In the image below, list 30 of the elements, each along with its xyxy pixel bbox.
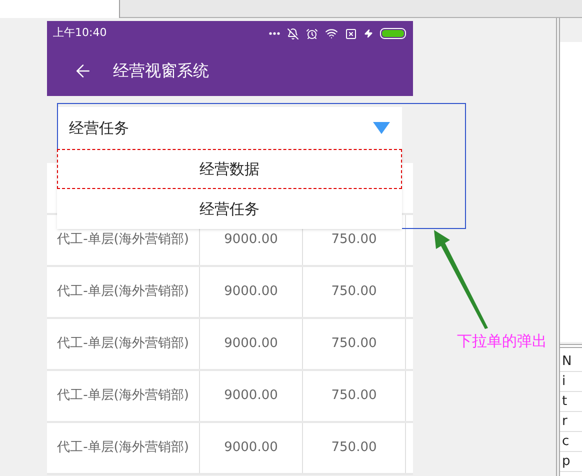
table-cell: 代工-单层(海外营销部) bbox=[47, 423, 200, 473]
table-cell: 750.00 bbox=[303, 423, 406, 473]
sim-x-icon bbox=[345, 28, 357, 40]
charging-bolt-icon bbox=[364, 29, 373, 38]
table-cell: 9000.00 bbox=[200, 371, 303, 421]
status-time: 上午10:40 bbox=[53, 25, 107, 42]
more-dots-icon bbox=[269, 32, 280, 35]
table-cell: 750.00 bbox=[303, 371, 406, 421]
panel-text: c bbox=[560, 432, 582, 452]
table-cell: 9000.00 bbox=[200, 267, 303, 317]
table-cell: 750.00 bbox=[303, 267, 406, 317]
app-title: 经营视窗系统 bbox=[113, 60, 209, 82]
table-cell: 750.00 bbox=[303, 319, 406, 369]
panel-text: t bbox=[560, 392, 582, 412]
dropdown-item[interactable]: 经营数据 bbox=[57, 149, 402, 189]
table-cell: 9000.00 bbox=[200, 319, 303, 369]
dropdown-triangle-icon bbox=[373, 122, 390, 134]
panel-text: r bbox=[560, 412, 582, 432]
muted-bell-icon bbox=[287, 28, 299, 40]
panel-text: N bbox=[560, 352, 582, 372]
alarm-clock-icon bbox=[306, 28, 318, 40]
table-cell: 代工-单层(海外营销部) bbox=[47, 267, 200, 317]
table-cell: 代工-单层(海外营销部) bbox=[47, 319, 200, 369]
battery-icon bbox=[380, 28, 407, 39]
table-cell: 代工-单层(海外营销部) bbox=[47, 371, 200, 421]
spinner[interactable]: 经营任务 bbox=[57, 107, 402, 149]
panel-text: i bbox=[560, 372, 582, 392]
annotation-label: 下拉单的弹出 bbox=[457, 331, 547, 352]
panel-text: p bbox=[560, 452, 582, 472]
table-cell: 9000.00 bbox=[200, 423, 303, 473]
